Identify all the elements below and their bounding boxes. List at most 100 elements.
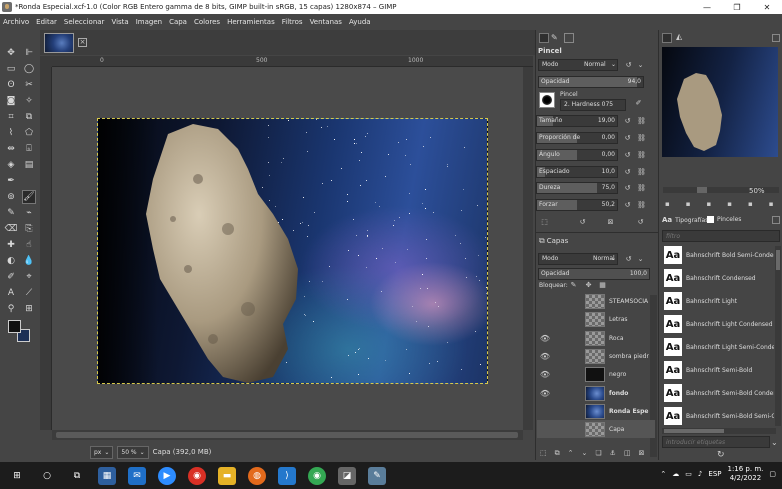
handle-transform-icon[interactable]: ⊞	[22, 302, 36, 316]
flip-icon[interactable]: ⇹	[4, 142, 18, 156]
zoom-out-icon[interactable]: ▪	[665, 200, 670, 208]
warp-icon[interactable]: ⌇	[4, 126, 18, 140]
maximize-button[interactable]: ❐	[722, 3, 752, 12]
new-layer-group-icon[interactable]: ⬚	[540, 449, 547, 458]
color-picker-icon[interactable]: ⌖	[22, 270, 36, 284]
font-list-item[interactable]: Aa Bahnschrift Semi-Bold Condensed	[662, 382, 778, 404]
duplicate-layer-icon[interactable]: ❏	[595, 449, 601, 458]
scissors-icon[interactable]: ✂	[22, 78, 36, 92]
font-list-item[interactable]: Aa Bahnschrift Bold Semi-Condensed	[662, 244, 778, 266]
paths-icon[interactable]: ✐	[4, 270, 18, 284]
aspect-ratio-slider[interactable]: Proporción de 0,00	[536, 132, 618, 144]
menu-capa[interactable]: Capa	[169, 18, 187, 26]
chevron-down-icon[interactable]: ⌄	[771, 438, 778, 447]
pointer-tab-icon[interactable]: ◭	[676, 32, 682, 41]
ellipse-select-icon[interactable]: ◯	[22, 62, 36, 76]
reset-icon[interactable]: ↺	[623, 168, 632, 177]
lock-pixels-icon[interactable]: ✎	[569, 281, 578, 290]
fonts-tab[interactable]: Aa Tipografías	[662, 216, 708, 224]
menu-editar[interactable]: Editar	[36, 18, 57, 26]
horizontal-scroll-thumb[interactable]	[56, 432, 518, 438]
layer-thumbnail[interactable]	[585, 330, 605, 346]
fit-window-icon[interactable]: ▪	[748, 200, 753, 208]
font-list-item[interactable]: Aa Bahnschrift Light Semi-Condensed	[662, 336, 778, 358]
brush-mode-select[interactable]: Modo Normal ⌄	[538, 59, 618, 71]
font-list-item[interactable]: Aa Bahnschrift Light	[662, 290, 778, 312]
layers-tab[interactable]: ⧉ Capas	[539, 236, 568, 246]
horizontal-ruler[interactable]: 0 500 1000	[52, 56, 533, 67]
lock-alpha-icon[interactable]: ▦	[598, 281, 607, 290]
layer-thumbnail[interactable]	[585, 385, 605, 401]
chevron-down-icon[interactable]: ⌄	[636, 255, 645, 264]
app-taskbar-icon[interactable]: ✎	[368, 466, 386, 485]
rect-select-icon[interactable]: ▭	[4, 62, 18, 76]
firefox-icon[interactable]: ◍	[248, 466, 266, 485]
windows-start-icon[interactable]: ⊞	[8, 467, 26, 485]
layer-row[interactable]: Letras	[537, 310, 655, 328]
font-list-item[interactable]: Aa Bahnschrift Light Condensed	[662, 313, 778, 335]
delete-options-icon[interactable]: ⊠	[606, 218, 615, 227]
layer-visibility-eye-icon[interactable]: 👁	[537, 370, 553, 379]
layer-name[interactable]: fondo	[609, 390, 655, 397]
layer-name[interactable]: STEAMSOCIA	[609, 298, 655, 305]
save-options-icon[interactable]: ⬚	[540, 218, 549, 227]
smudge-icon[interactable]: ☝	[22, 238, 36, 252]
layer-name[interactable]: Capa	[609, 426, 655, 433]
crop-icon[interactable]: ⌗	[4, 110, 18, 124]
layer-row[interactable]: STEAMSOCIA	[537, 292, 655, 310]
free-select-icon[interactable]: ʘ	[4, 78, 18, 92]
align-tool-icon[interactable]: ⊩	[22, 46, 36, 60]
fuzzy-select-icon[interactable]: ✧	[22, 94, 36, 108]
brushes-tab[interactable]: Pinceles	[707, 216, 741, 223]
lower-layer-icon[interactable]: ⌄	[582, 449, 588, 458]
clone-icon[interactable]: ⎘	[22, 222, 36, 236]
layer-visibility-eye-icon[interactable]: 👁	[537, 334, 553, 343]
layer-row[interactable]: Ronda Espe	[537, 402, 655, 420]
perspective-icon[interactable]: ⌺	[22, 142, 36, 156]
text-tool-icon[interactable]: A	[4, 286, 18, 300]
image-tab-thumbnail[interactable]	[44, 33, 74, 53]
chevron-up-icon[interactable]: ⌃	[660, 470, 666, 478]
zoom-select[interactable]: 50 % ⌄	[117, 445, 149, 459]
zoom-app-icon[interactable]: ▶	[158, 466, 176, 485]
reset-icon[interactable]: ↺	[623, 184, 632, 193]
font-list-hscroll[interactable]	[662, 428, 776, 434]
cloud-icon[interactable]: ☁	[672, 470, 679, 478]
brush-tab-icon[interactable]: ✎	[551, 33, 558, 42]
link-icon[interactable]: ⛓	[637, 168, 646, 177]
store-icon[interactable]: ▦	[98, 466, 116, 485]
language-indicator[interactable]: ESP	[708, 470, 721, 478]
layer-thumbnail[interactable]	[585, 403, 605, 419]
reset-mode-icon[interactable]: ↺	[624, 61, 633, 70]
menu-imagen[interactable]: Imagen	[136, 18, 162, 26]
panel-menu-icon[interactable]	[772, 216, 780, 224]
pencil-icon[interactable]: ✎	[4, 206, 18, 220]
layer-name[interactable]: Ronda Espe	[609, 408, 655, 415]
file-explorer-icon[interactable]: ▬	[218, 466, 236, 485]
lock-position-icon[interactable]: ✥	[584, 281, 593, 290]
zoom-in-icon[interactable]: ▪	[686, 200, 691, 208]
network-icon[interactable]: ▭	[685, 470, 692, 478]
chevron-down-icon[interactable]: ⌄	[636, 61, 645, 70]
shrink-wrap-icon[interactable]: ▪	[769, 200, 774, 208]
edit-brush-icon[interactable]: ✐	[634, 99, 643, 108]
layer-name[interactable]: Letras	[609, 316, 655, 323]
paintbrush-icon[interactable]: 🖌	[22, 190, 36, 204]
font-list-item[interactable]: Aa Bahnschrift Semi-Bold Semi-Condensed	[662, 405, 778, 427]
eraser-icon[interactable]: ⌫	[4, 222, 18, 236]
brush-name-field[interactable]: 2. Hardness 075	[560, 99, 626, 111]
brush-opacity-slider[interactable]: Opacidad 94,0	[538, 76, 644, 88]
reset-options-icon[interactable]: ↺	[636, 218, 645, 227]
layer-thumbnail[interactable]	[585, 421, 605, 437]
foreground-select-icon[interactable]: ◙	[4, 94, 18, 108]
tags-input[interactable]	[662, 436, 770, 448]
image-canvas[interactable]	[97, 118, 488, 384]
menu-herramientas[interactable]: Herramientas	[227, 18, 275, 26]
mail-icon[interactable]: ✉	[128, 466, 146, 485]
layer-visibility-eye-icon[interactable]: 👁	[537, 389, 553, 398]
ink-icon[interactable]: ✒	[4, 174, 18, 188]
reset-layer-mode-icon[interactable]: ↺	[624, 255, 633, 264]
restore-options-icon[interactable]: ↺	[578, 218, 587, 227]
vscode-icon[interactable]: ⟩	[278, 466, 296, 485]
panel-menu-icon[interactable]	[772, 34, 780, 42]
